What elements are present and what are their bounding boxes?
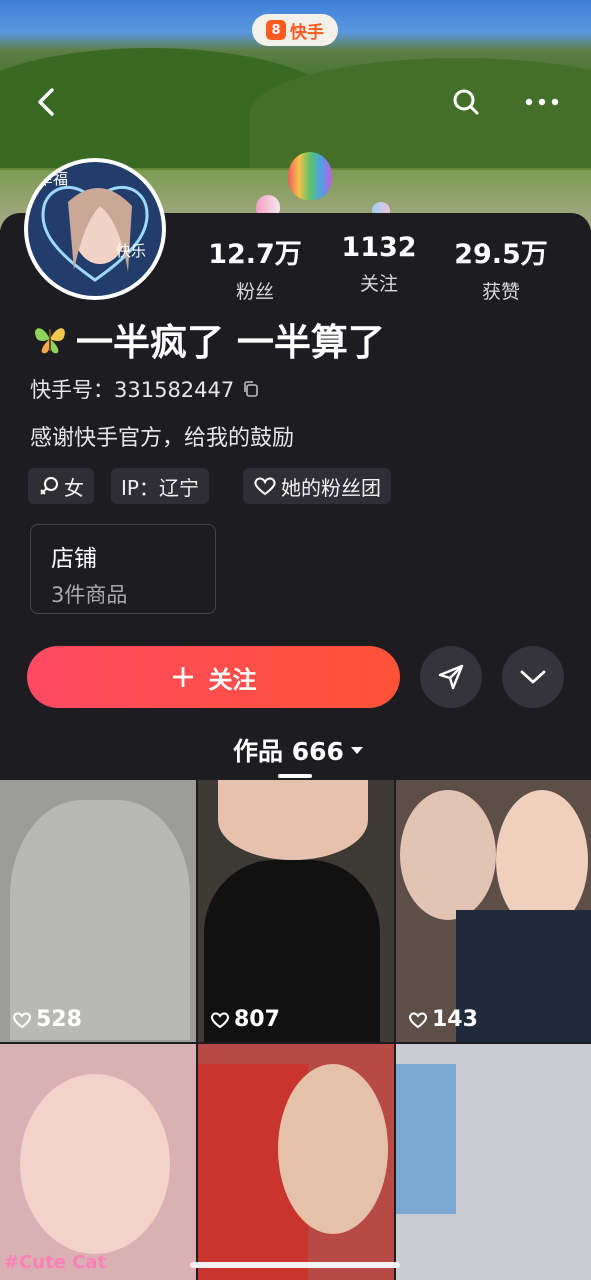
heart-outline-icon xyxy=(254,477,276,496)
tag-gender: 女 xyxy=(28,468,94,504)
more-button[interactable] xyxy=(522,82,562,122)
home-indicator xyxy=(190,1262,400,1268)
tab-works-label: 作品 666 xyxy=(233,737,344,766)
hot-air-balloon xyxy=(288,152,332,200)
tag-fan-club[interactable]: 她的粉丝团 xyxy=(243,468,391,504)
plus-icon xyxy=(172,667,193,687)
share-button[interactable] xyxy=(420,646,482,708)
stat-value: 29.5万 xyxy=(454,239,548,270)
like-count: 807 xyxy=(210,1007,280,1032)
stat-following[interactable]: 1132 关注 xyxy=(324,232,434,296)
video-sticker-text: #Cute Cat xyxy=(4,1252,107,1273)
back-button[interactable] xyxy=(26,82,66,122)
chevron-down-icon xyxy=(520,670,546,684)
stat-label: 关注 xyxy=(359,273,398,295)
profile-name-text: 一半疯了 一半算了 xyxy=(76,321,385,364)
stat-value: 1132 xyxy=(341,232,417,263)
avatar[interactable]: 幸福 快乐 xyxy=(28,162,162,296)
shop-subtitle: 3件商品 xyxy=(51,583,128,607)
avatar-caption: 幸福 xyxy=(38,170,69,188)
search-icon xyxy=(453,89,479,115)
send-icon xyxy=(438,664,464,690)
kuaishou-logo-icon: 8 xyxy=(266,20,286,40)
tab-indicator xyxy=(278,774,312,778)
video-thumbnail[interactable]: 528 xyxy=(0,780,196,1042)
video-thumbnail[interactable] xyxy=(396,1044,591,1280)
profile-id[interactable]: 快手号：331582447 xyxy=(30,374,260,404)
app-name: 快手 xyxy=(290,22,324,43)
stat-value: 12.7万 xyxy=(208,239,302,270)
like-count-value: 528 xyxy=(36,1007,82,1032)
stat-label: 粉丝 xyxy=(235,281,274,303)
expand-button[interactable] xyxy=(502,646,564,708)
app-logo: 8 快手 xyxy=(252,14,338,46)
stat-likes[interactable]: 29.5万 获赞 xyxy=(446,232,556,304)
shop-card[interactable]: 店铺 3件商品 xyxy=(30,524,216,614)
search-button[interactable] xyxy=(446,82,486,122)
video-thumbnail[interactable]: 807 xyxy=(198,780,394,1042)
shop-title: 店铺 xyxy=(51,546,97,572)
avatar-caption: 快乐 xyxy=(116,242,147,260)
stat-followers[interactable]: 12.7万 粉丝 xyxy=(200,232,310,304)
caret-down-icon xyxy=(350,747,363,754)
video-thumbnail[interactable] xyxy=(198,1044,394,1280)
chevron-left-icon xyxy=(38,88,54,116)
video-thumbnail[interactable]: 143 xyxy=(396,780,591,1042)
like-count-value: 807 xyxy=(234,1007,280,1032)
more-dots-icon xyxy=(525,98,559,106)
thumb-face xyxy=(400,790,496,920)
like-count-value: 143 xyxy=(432,1007,478,1032)
tag-label: 女 xyxy=(64,475,84,500)
video-thumbnail[interactable]: #Cute Cat xyxy=(0,1044,196,1280)
tag-label: 她的粉丝团 xyxy=(281,475,381,500)
thumb-figure xyxy=(10,800,190,1040)
thumb-face xyxy=(496,790,588,930)
thumb-figure xyxy=(396,1064,456,1214)
copy-icon[interactable] xyxy=(242,380,260,398)
tag-ip: IP：辽宁 xyxy=(111,468,209,504)
tag-label: IP：辽宁 xyxy=(121,475,199,500)
follow-button[interactable]: 关注 xyxy=(27,646,400,708)
like-count: 143 xyxy=(408,1007,478,1032)
like-count: 528 xyxy=(12,1007,82,1032)
follow-label: 关注 xyxy=(208,665,257,694)
profile-id-text: 快手号：331582447 xyxy=(30,378,235,402)
heart-outline-icon xyxy=(409,1012,427,1028)
profile-name: 一半疯了 一半算了 xyxy=(30,312,385,366)
tab-works[interactable]: 作品 666 xyxy=(233,732,364,768)
female-icon xyxy=(40,477,58,495)
stat-label: 获赞 xyxy=(481,281,520,303)
heart-outline-icon xyxy=(211,1012,229,1028)
thumb-face xyxy=(20,1074,170,1254)
thumb-face xyxy=(278,1064,388,1234)
thumb-figure xyxy=(218,780,368,860)
heart-outline-icon xyxy=(13,1012,31,1028)
profile-bio: 感谢快手官方，给我的鼓励 xyxy=(30,426,295,451)
butterfly-icon xyxy=(35,328,65,354)
